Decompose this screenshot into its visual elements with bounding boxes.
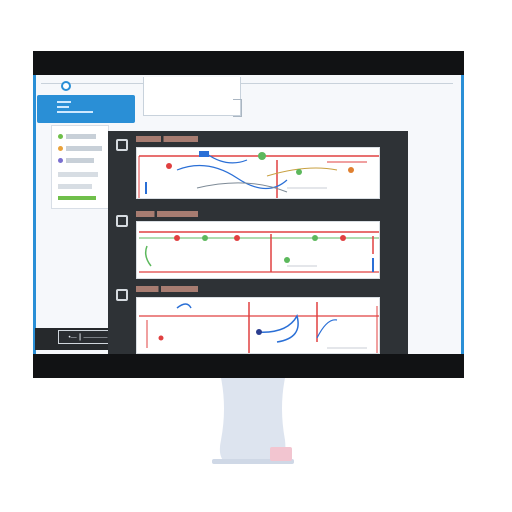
card-diagram[interactable]: [136, 221, 380, 279]
diagram-3: [139, 302, 379, 353]
right-accent-bar: [461, 75, 464, 354]
sidebar-dot-icon: [58, 146, 63, 151]
header-text-lines: [57, 101, 97, 117]
checkbox-icon[interactable]: [116, 215, 128, 227]
sidebar-line: [66, 146, 102, 151]
sidebar-line: [66, 134, 96, 139]
ghost-frame: [143, 77, 241, 116]
sidebar-line: [58, 172, 98, 177]
card-title: [136, 286, 198, 292]
header-card[interactable]: [37, 95, 135, 123]
left-sidebar-panel: [51, 125, 109, 209]
ghost-bracket: [233, 99, 242, 117]
card-title: [136, 211, 198, 217]
sidebar-line: [66, 158, 94, 163]
sidebar-dot-icon: [58, 134, 63, 139]
top-divider: [41, 83, 453, 84]
monitor-bottom-bezel: [33, 354, 464, 378]
app-screen: •— ┃ ――――: [33, 75, 464, 354]
left-accent-bar: [33, 75, 36, 354]
card-title: [136, 136, 198, 142]
dark-workflow-panel: [108, 131, 408, 354]
logo-icon[interactable]: [61, 81, 71, 91]
checkbox-icon[interactable]: [116, 139, 128, 151]
stand-tag: [270, 447, 292, 461]
card-diagram[interactable]: [136, 147, 380, 199]
sidebar-progress: [58, 196, 96, 200]
diagram-2: [139, 231, 379, 273]
sidebar-dot-icon: [58, 158, 63, 163]
monitor-top-bezel: [33, 51, 464, 75]
checkbox-icon[interactable]: [116, 289, 128, 301]
sidebar-line: [58, 184, 92, 189]
diagram-1: [138, 151, 379, 198]
monitor: •— ┃ ――――: [33, 51, 464, 378]
card-diagram[interactable]: [136, 297, 380, 354]
